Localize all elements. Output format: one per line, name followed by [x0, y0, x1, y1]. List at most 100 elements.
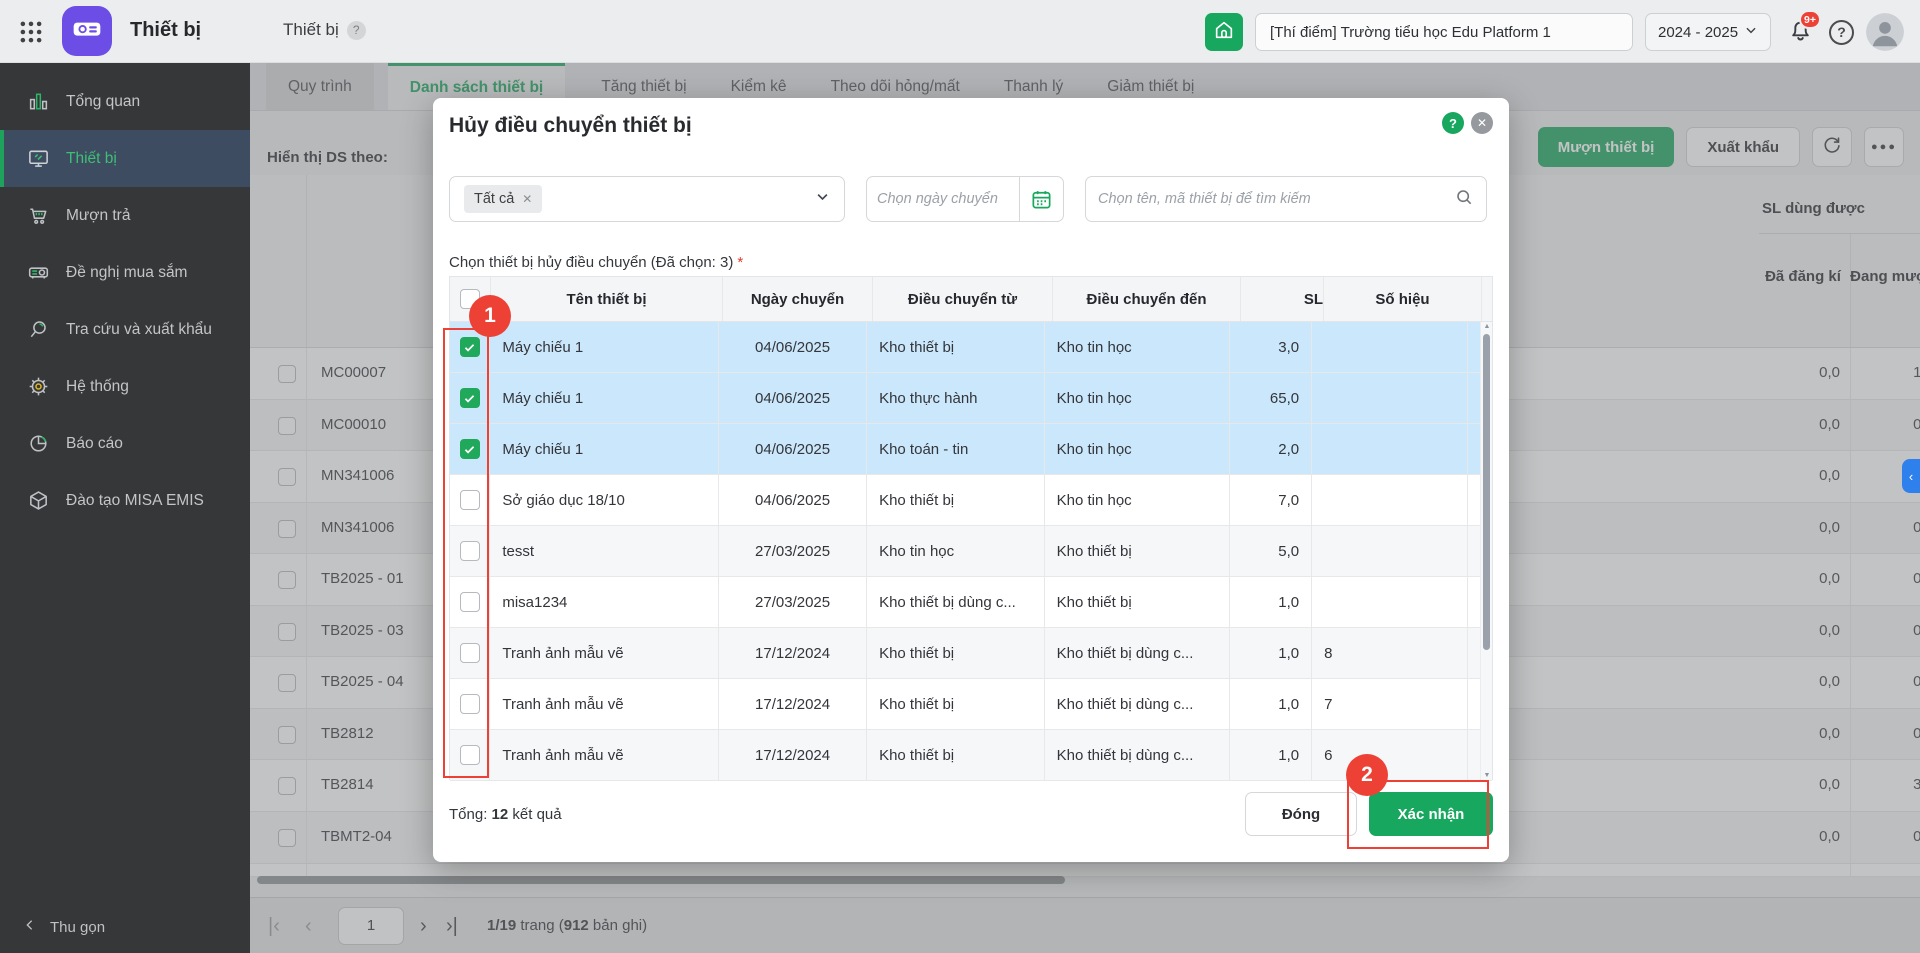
cell-device-name: Tranh ảnh mẫu vẽ — [490, 730, 720, 780]
table-row[interactable]: tesst 27/03/2025 Kho tin học Kho thiết b… — [450, 526, 1492, 577]
cell-device-name: Máy chiếu 1 — [490, 373, 720, 423]
search-icon — [26, 318, 50, 342]
row-checkbox[interactable] — [459, 388, 480, 408]
device-search-box[interactable] — [1085, 176, 1487, 222]
row-checkbox[interactable] — [459, 592, 480, 612]
table-row[interactable]: misa1234 27/03/2025 Kho thiết bị dùng c.… — [450, 577, 1492, 628]
chevron-down-icon — [1744, 23, 1758, 41]
sidebar-item-he-thong[interactable]: Hệ thống — [0, 358, 250, 415]
home-button[interactable] — [1205, 13, 1243, 51]
cell-device-name: Máy chiếu 1 — [490, 424, 720, 474]
cell-transfer-from: Kho thiết bị — [867, 679, 1045, 729]
select-all-checkbox[interactable] — [460, 289, 480, 309]
warehouse-filter-select[interactable]: Tất cả ✕ — [449, 176, 845, 222]
table-row[interactable]: Sở giáo dục 18/10 04/06/2025 Kho thiết b… — [450, 475, 1492, 526]
header-right-cluster: [Thí điểm] Trường tiểu học Edu Platform … — [1205, 10, 1904, 52]
cell-transfer-to: Kho tin học — [1045, 373, 1231, 423]
school-name: [Thí điểm] Trường tiểu học Edu Platform … — [1270, 23, 1551, 41]
chip-remove-icon[interactable]: ✕ — [522, 192, 532, 206]
sidebar-item-label: Tra cứu và xuất khẩu — [66, 320, 212, 338]
search-input[interactable] — [1098, 191, 1454, 207]
confirm-button[interactable]: Xác nhận — [1369, 792, 1493, 836]
module-tab[interactable]: Thiết bị ? — [283, 20, 366, 40]
column-header: Tên thiết bị — [491, 277, 723, 321]
table-row[interactable]: Máy chiếu 1 04/06/2025 Kho thiết bị Kho … — [450, 322, 1492, 373]
scroll-down-arrow[interactable]: ▼ — [1481, 772, 1493, 779]
cell-transfer-from: Kho thực hành — [867, 373, 1045, 423]
date-input[interactable] — [867, 191, 1019, 207]
selection-count-label: Chọn thiết bị hủy điều chuyển (Đã chọn: … — [449, 254, 744, 271]
side-panel-handle[interactable]: ‹ — [1902, 459, 1920, 493]
cell-quantity: 3,0 — [1230, 322, 1313, 372]
home-icon — [1213, 19, 1235, 46]
bar-chart-icon — [26, 90, 50, 114]
cell-transfer-from: Kho thiết bị — [867, 730, 1045, 780]
scroll-up-arrow[interactable]: ▲ — [1481, 323, 1493, 330]
cell-transfer-to: Kho thiết bị — [1045, 577, 1231, 627]
sidebar-collapse-button[interactable]: Thu gọn — [22, 917, 105, 937]
module-help-icon[interactable]: ? — [346, 20, 366, 40]
help-button[interactable]: ? — [1829, 19, 1854, 45]
cell-quantity: 5,0 — [1230, 526, 1313, 576]
sidebar-item-tong-quan[interactable]: Tổng quan — [0, 73, 250, 130]
cell-transfer-date: 04/06/2025 — [719, 475, 868, 525]
sidebar-item-label: Đào tạo MISA EMIS — [66, 491, 204, 509]
table-row[interactable]: Tranh ảnh mẫu vẽ 17/12/2024 Kho thiết bị… — [450, 628, 1492, 679]
sidebar-item-thiet-bi[interactable]: Thiết bị — [0, 130, 250, 187]
sidebar-item-dao-tao[interactable]: Đào tạo MISA EMIS — [0, 472, 250, 529]
close-icon[interactable]: ✕ — [1471, 112, 1493, 134]
projector-icon — [26, 261, 50, 285]
cell-device-name: tesst — [490, 526, 720, 576]
calendar-icon[interactable] — [1019, 177, 1063, 221]
table-row[interactable]: Tranh ảnh mẫu vẽ 17/12/2024 Kho thiết bị… — [450, 730, 1492, 781]
table-row[interactable]: Máy chiếu 1 04/06/2025 Kho thực hành Kho… — [450, 373, 1492, 424]
module-tab-label: Thiết bị — [283, 20, 339, 39]
close-button[interactable]: Đóng — [1245, 792, 1357, 836]
row-checkbox[interactable] — [459, 745, 480, 765]
cell-transfer-to: Kho thiết bị dùng c... — [1045, 730, 1231, 780]
notifications-button[interactable]: 9+ — [1783, 10, 1821, 49]
sidebar-item-de-nghi-mua-sam[interactable]: Đề nghị mua sắm — [0, 244, 250, 301]
cell-transfer-date: 04/06/2025 — [719, 322, 868, 372]
row-checkbox[interactable] — [459, 694, 480, 714]
cell-quantity: 1,0 — [1230, 628, 1313, 678]
projector-app-icon — [71, 13, 103, 50]
modal-help-icon[interactable]: ? — [1442, 112, 1464, 134]
cell-transfer-from: Kho toán - tin — [867, 424, 1045, 474]
row-checkbox[interactable] — [459, 439, 480, 459]
table-row[interactable]: Tranh ảnh mẫu vẽ 17/12/2024 Kho thiết bị… — [450, 679, 1492, 730]
row-checkbox[interactable] — [459, 337, 480, 357]
transfer-date-filter[interactable] — [866, 176, 1064, 222]
sidebar-item-label: Báo cáo — [66, 434, 123, 452]
cell-transfer-to: Kho tin học — [1045, 475, 1231, 525]
school-year-selector[interactable]: 2024 - 2025 — [1645, 13, 1771, 51]
vertical-scrollbar[interactable]: ▲ ▼ — [1480, 322, 1492, 780]
cart-icon — [26, 204, 50, 228]
cell-serial — [1312, 577, 1468, 627]
school-year-value: 2024 - 2025 — [1658, 23, 1739, 41]
table-row[interactable]: Máy chiếu 1 04/06/2025 Kho toán - tin Kh… — [450, 424, 1492, 475]
row-checkbox[interactable] — [459, 541, 480, 561]
cell-transfer-date: 04/06/2025 — [719, 424, 868, 474]
gear-icon — [26, 375, 50, 399]
search-icon[interactable] — [1454, 187, 1474, 212]
row-checkbox[interactable] — [459, 490, 480, 510]
scrollbar-thumb[interactable] — [1483, 334, 1490, 650]
sidebar-item-bao-cao[interactable]: Báo cáo — [0, 415, 250, 472]
cube-icon — [26, 489, 50, 513]
column-header: Điều chuyển từ — [873, 277, 1053, 321]
cell-transfer-date: 27/03/2025 — [719, 526, 868, 576]
sidebar-item-tra-cuu[interactable]: Tra cứu và xuất khẩu — [0, 301, 250, 358]
page-title: Thiết bị — [130, 19, 202, 41]
sidebar: Tổng quan Thiết bị Mượn trả Đề nghị mua … — [0, 63, 250, 953]
sidebar-item-muon-tra[interactable]: Mượn trả — [0, 187, 250, 244]
school-selector[interactable]: [Thí điểm] Trường tiểu học Edu Platform … — [1255, 13, 1633, 51]
top-header: Thiết bị Thiết bị ? [Thí điểm] Trường ti… — [0, 0, 1920, 63]
app-logo[interactable] — [62, 6, 112, 56]
sidebar-item-label: Hệ thống — [66, 377, 129, 395]
apps-grid-icon[interactable] — [18, 19, 44, 45]
avatar[interactable] — [1866, 13, 1904, 51]
cell-transfer-date: 17/12/2024 — [719, 628, 868, 678]
row-checkbox[interactable] — [459, 643, 480, 663]
cell-transfer-to: Kho tin học — [1045, 322, 1231, 372]
